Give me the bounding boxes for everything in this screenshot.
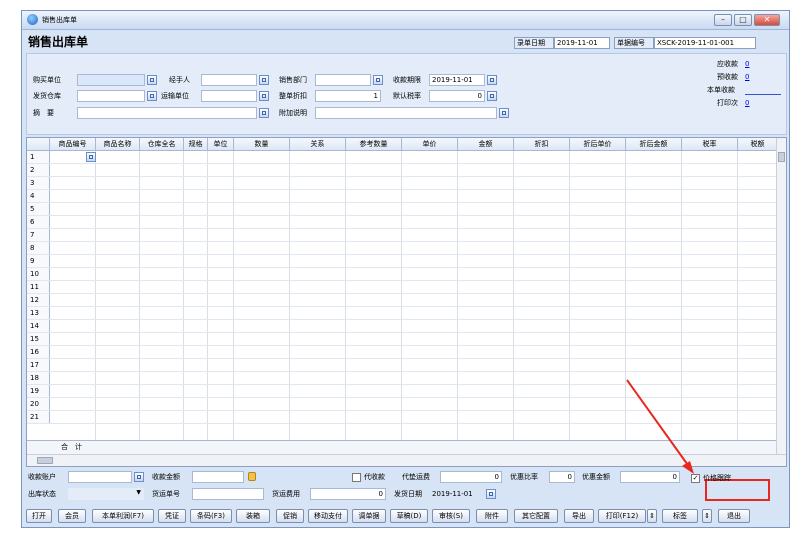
annotation-arrow-icon xyxy=(626,379,694,474)
